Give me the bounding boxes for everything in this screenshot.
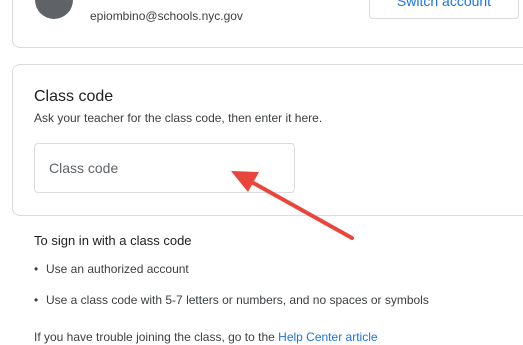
class-code-help-heading: To sign in with a class code: [34, 233, 192, 248]
class-code-subtitle: Ask your teacher for the class code, the…: [34, 111, 323, 125]
account-email: epiombino@schools.nyc.gov: [90, 9, 243, 23]
list-item: • Use a class code with 5-7 letters or nu…: [34, 293, 429, 324]
list-item: • Use an authorized account: [34, 262, 429, 293]
class-code-card: Class code Ask your teacher for the clas…: [12, 64, 523, 216]
switch-account-button[interactable]: Switch account: [369, 0, 519, 19]
list-item-text: Use a class code with 5-7 letters or num…: [46, 293, 429, 307]
help-line: If you have trouble joining the class, g…: [34, 330, 378, 344]
bullet-icon: •: [34, 293, 39, 307]
avatar: [35, 0, 73, 19]
class-code-input[interactable]: [34, 143, 295, 193]
list-item-text: Use an authorized account: [46, 262, 189, 276]
class-code-title: Class code: [34, 88, 114, 105]
help-center-link[interactable]: Help Center article: [278, 330, 377, 344]
bullet-icon: •: [34, 262, 39, 276]
class-code-requirements-list: • Use an authorized account • Use a class …: [34, 262, 429, 324]
help-text: If you have trouble joining the class, g…: [34, 330, 279, 344]
account-card: epiombino@schools.nyc.gov Switch account: [12, 0, 523, 48]
